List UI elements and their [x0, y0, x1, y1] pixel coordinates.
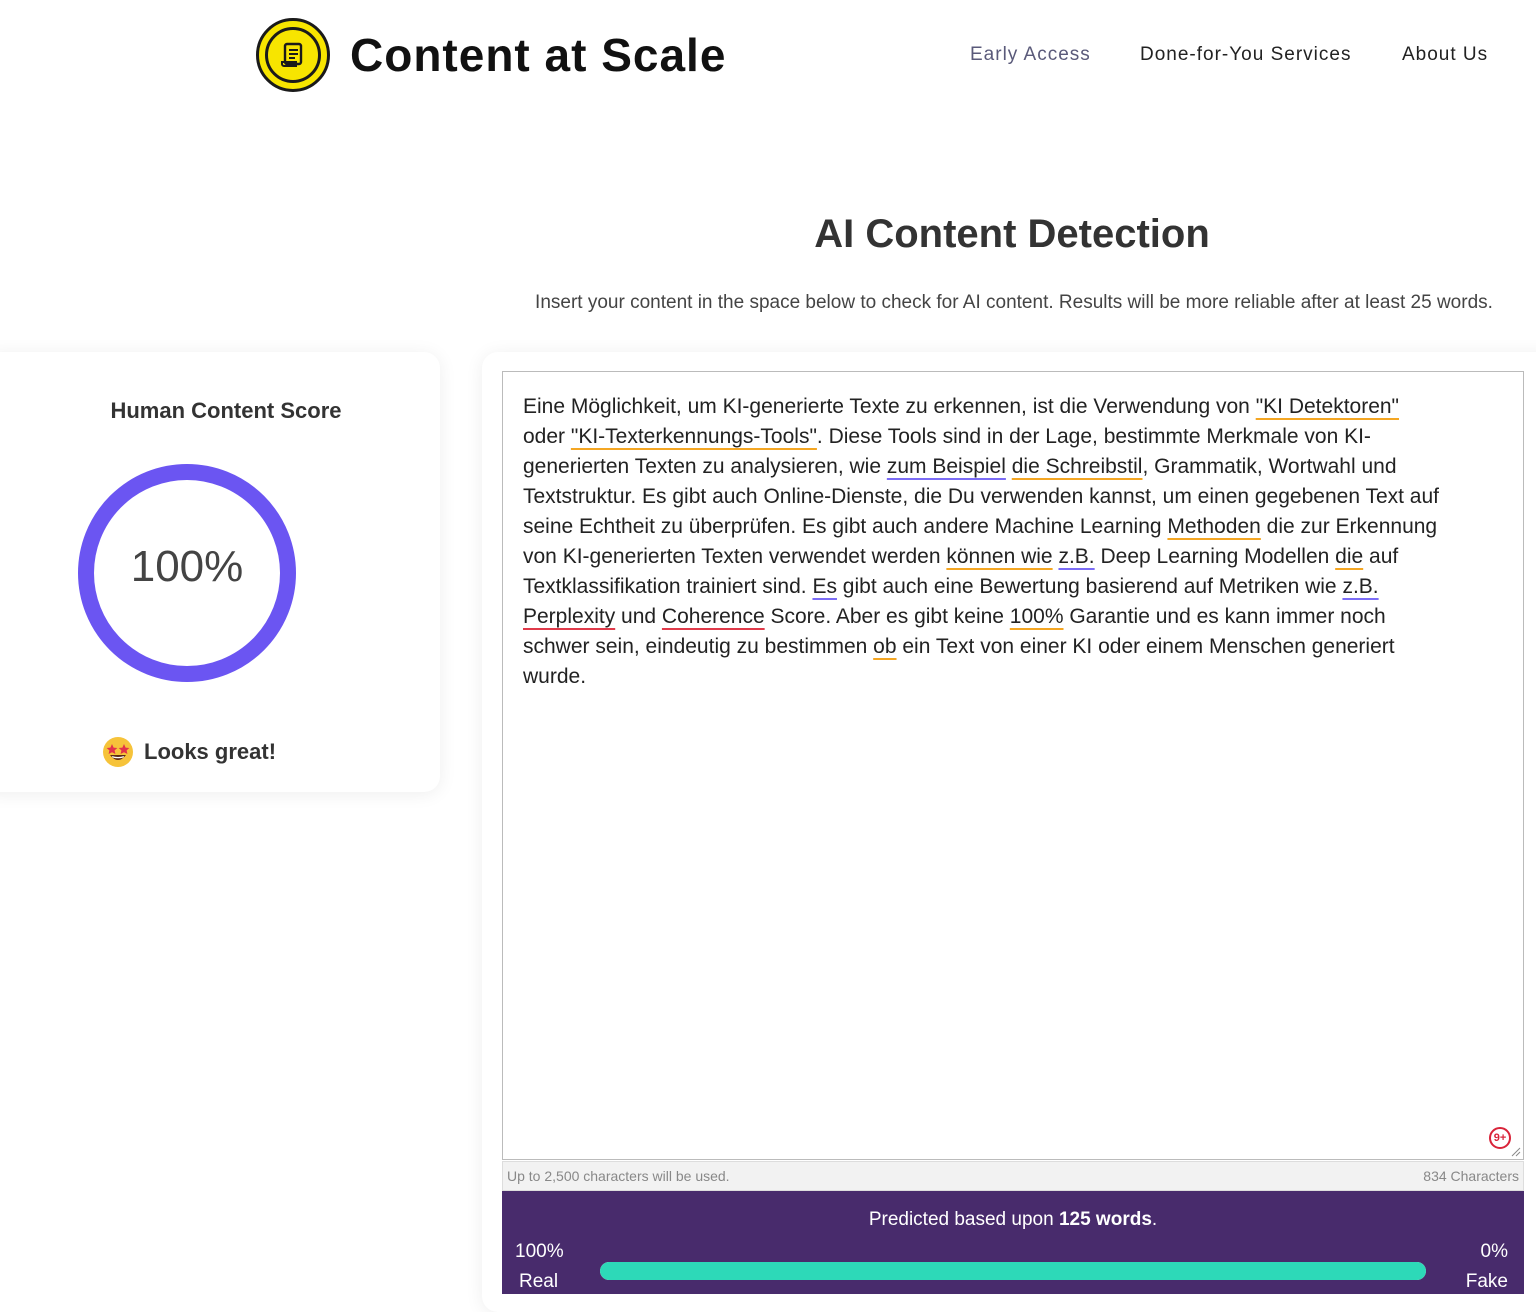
resize-handle-icon[interactable]	[1509, 1145, 1521, 1157]
text-segment: oder	[523, 425, 571, 448]
text-segment: Score. Aber es gibt keine	[764, 605, 1010, 628]
text-line: wurde.	[523, 662, 1513, 692]
text-segment: gibt auch eine Bewertung basierend auf M…	[836, 575, 1343, 598]
real-label: Real	[519, 1271, 559, 1292]
highlighted-phrase[interactable]: können wie	[946, 545, 1052, 568]
highlighted-phrase[interactable]: Es	[812, 575, 837, 598]
highlighted-phrase[interactable]: zum Beispiel	[887, 455, 1006, 478]
highlighted-phrase[interactable]: Methoden	[1167, 515, 1260, 538]
highlighted-phrase[interactable]: 100%	[1010, 605, 1064, 628]
prediction-prefix: Predicted based upon	[868, 1209, 1059, 1230]
text-segment: von KI-generierten Texten verwendet werd…	[523, 545, 947, 568]
score-card-title: Human Content Score	[110, 398, 342, 423]
text-segment: die zur Erkennung	[1260, 515, 1438, 538]
score-status-label: Looks great!	[144, 739, 277, 764]
highlighted-phrase[interactable]: Perplexity	[523, 605, 615, 628]
text-line: oder "KI-Texterkennungs-Tools". Diese To…	[523, 422, 1513, 452]
fake-label: Fake	[1465, 1271, 1508, 1292]
text-segment: generierten Texten zu analysieren, wie	[523, 455, 887, 478]
text-segment: Garantie und es kann immer noch	[1063, 605, 1386, 628]
real-percent: 100%	[515, 1241, 564, 1262]
nav-done-for-you-services[interactable]: Done-for-You Services	[1140, 44, 1351, 66]
text-line: schwer sein, eindeutig zu bestimmen ob e…	[523, 632, 1513, 662]
text-segment: und	[615, 605, 662, 628]
prediction-summary: Predicted based upon 125 words.	[502, 1209, 1524, 1231]
text-line: generierten Texten zu analysieren, wie z…	[523, 452, 1513, 482]
text-segment: Textklassifikation trainiert sind.	[523, 575, 813, 598]
nav-about-us[interactable]: About Us	[1402, 44, 1488, 66]
page-title: AI Content Detection	[814, 212, 1210, 256]
score-status: Looks great!	[102, 736, 276, 768]
char-count: 834 Characters	[1423, 1168, 1519, 1184]
text-line: Perplexity und Coherence Score. Aber es …	[523, 602, 1513, 632]
text-line: Textklassifikation trainiert sind. Es gi…	[523, 572, 1513, 602]
text-segment: Eine Möglichkeit, um KI-generierte Texte…	[523, 395, 1256, 418]
text-segment: seine Echtheit zu überprüfen. Es gibt au…	[523, 515, 1168, 538]
real-fake-bar-fill	[600, 1262, 1426, 1280]
prediction-word-count: 125 words	[1058, 1209, 1152, 1230]
text-line: von KI-generierten Texten verwendet werd…	[523, 542, 1513, 572]
text-segment: Textstruktur. Es gibt auch Online-Dienst…	[523, 485, 1439, 508]
highlighted-phrase[interactable]: die Schreibstil	[1012, 455, 1143, 478]
text-segment: schwer sein, eindeutig zu bestimmen	[523, 635, 874, 658]
highlighted-phrase[interactable]: z.B.	[1058, 545, 1094, 568]
char-limit-note: Up to 2,500 characters will be used.	[507, 1168, 730, 1184]
text-segment: . Diese Tools sind in der Lage, bestimmt…	[816, 425, 1371, 448]
highlighted-phrase[interactable]: die	[1335, 545, 1363, 568]
page-subtitle: Insert your content in the space below t…	[535, 292, 1493, 313]
real-fake-bar	[600, 1262, 1426, 1280]
textarea-info-bar: Up to 2,500 characters will be used. 834…	[502, 1161, 1524, 1191]
text-segment: auf	[1363, 545, 1399, 568]
document-icon	[256, 18, 330, 92]
prediction-panel: Predicted based upon 125 words. 100% Rea…	[502, 1191, 1524, 1294]
star-struck-emoji-icon	[103, 737, 133, 767]
highlighted-phrase[interactable]: z.B.	[1342, 575, 1378, 598]
text-segment: wurde.	[523, 665, 587, 688]
brand-logo[interactable]: Content at Scale	[256, 18, 726, 92]
text-line: Textstruktur. Es gibt auch Online-Dienst…	[523, 482, 1513, 512]
score-value: 100%	[130, 542, 244, 591]
grammar-issues-badge[interactable]: 9+	[1489, 1127, 1511, 1149]
text-line: Eine Möglichkeit, um KI-generierte Texte…	[523, 392, 1513, 422]
text-line: seine Echtheit zu überprüfen. Es gibt au…	[523, 512, 1513, 542]
highlighted-phrase[interactable]: "KI Detektoren"	[1256, 395, 1399, 418]
brand-name: Content at Scale	[350, 29, 727, 81]
fake-percent: 0%	[1480, 1241, 1508, 1262]
highlighted-phrase[interactable]: "KI-Texterkennungs-Tools"	[571, 425, 817, 448]
text-segment: ein Text von einer KI oder einem Mensche…	[896, 635, 1395, 658]
content-text[interactable]: Eine Möglichkeit, um KI-generierte Texte…	[523, 392, 1513, 692]
highlighted-phrase[interactable]: ob	[873, 635, 896, 658]
text-segment: , Grammatik, Wortwahl und	[1142, 455, 1397, 478]
highlighted-phrase[interactable]: Coherence	[662, 605, 765, 628]
text-segment: Deep Learning Modellen	[1094, 545, 1336, 568]
nav-early-access[interactable]: Early Access	[970, 44, 1091, 66]
prediction-suffix: .	[1151, 1209, 1158, 1230]
